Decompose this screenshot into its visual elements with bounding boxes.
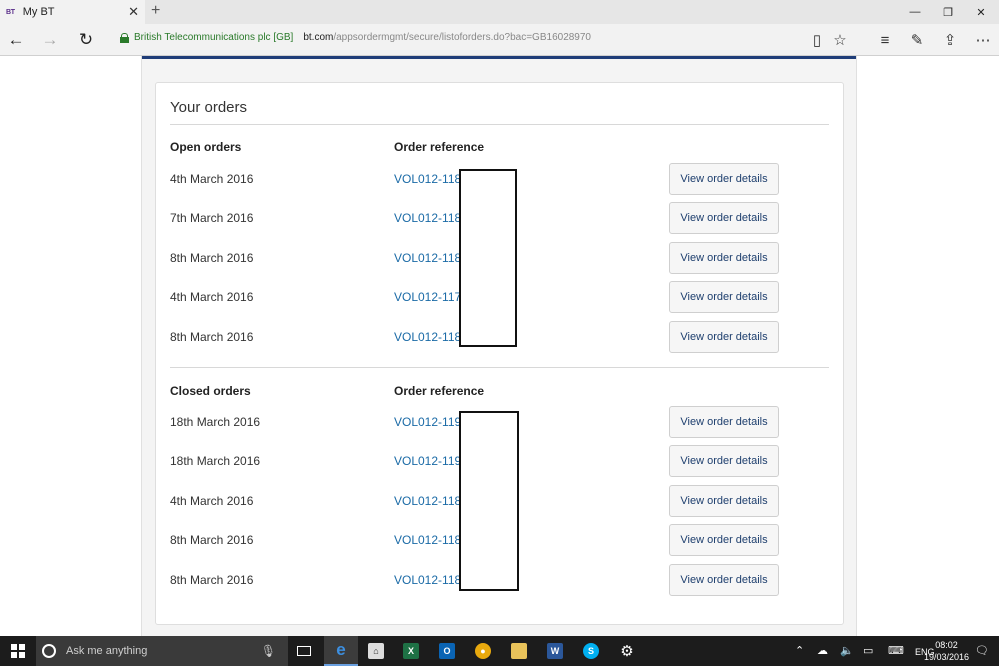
open-order-reference-heading: Order reference [394, 140, 485, 154]
open-order-reference-link[interactable]: VOL012-118 [394, 211, 461, 225]
lock-icon [120, 32, 129, 43]
closed-order-reference-link[interactable]: VOL012-119 [394, 454, 461, 468]
window-close-icon[interactable]: ✕ [963, 0, 999, 24]
browser-tab[interactable]: BT My BT ✕ [0, 0, 145, 24]
open-order-date: 7th March 2016 [170, 211, 254, 225]
web-page: Your orders Open orders Order reference … [0, 56, 999, 636]
hub-menu-icon[interactable]: ≡ [874, 30, 896, 50]
show-hidden-icons-icon[interactable]: ⌃ [795, 644, 804, 657]
windows-start-icon[interactable] [6, 636, 30, 666]
view-order-details-button[interactable]: View order details [669, 321, 779, 353]
open-order-date: 4th March 2016 [170, 172, 254, 186]
onedrive-icon[interactable]: ☁ [817, 644, 828, 657]
restore-icon[interactable]: ❐ [930, 0, 966, 24]
tab-title: My BT [22, 6, 55, 18]
closed-order-reference-link[interactable]: VOL012-118 [394, 533, 461, 547]
cortana-search-box[interactable]: Ask me anything 🎙 [36, 636, 288, 666]
open-order-reference-link[interactable]: VOL012-117 [394, 290, 461, 304]
favorite-star-icon[interactable]: ☆ [829, 30, 851, 50]
certificate-owner[interactable]: British Telecommunications plc [GB] [134, 32, 293, 43]
view-order-details-button[interactable]: View order details [669, 281, 779, 313]
browser-tab-bar: BT My BT ✕ + — ❐ ✕ [0, 0, 999, 24]
view-order-details-button[interactable]: View order details [669, 524, 779, 556]
clock-time: 08:02 [935, 640, 958, 650]
taskbar-clock[interactable]: 08:02 19/03/2016 [924, 639, 969, 663]
task-view-icon[interactable] [292, 636, 316, 666]
volume-icon[interactable]: 🔈 [840, 644, 854, 657]
closed-order-reference-heading: Order reference [394, 384, 485, 398]
web-note-icon[interactable]: ✎ [906, 30, 928, 50]
url-path: /appsordermgmt/secure/listoforders.do?ba… [333, 32, 591, 43]
word-icon[interactable]: W [543, 636, 567, 666]
message-icon[interactable]: ▭ [863, 644, 873, 657]
refresh-icon[interactable]: ↻ [74, 28, 98, 52]
reading-view-icon[interactable]: ▯ [806, 30, 828, 50]
orders-card: Your orders Open orders Order reference … [155, 82, 844, 625]
windows-taskbar: Ask me anything 🎙 e ⌂ X O ● W S ⚙ ⌃ ☁ 🔈 … [0, 636, 999, 666]
title-divider [170, 124, 829, 125]
open-order-reference-link[interactable]: VOL012-118 [394, 251, 461, 265]
redaction-box [459, 411, 519, 591]
keyboard-icon[interactable]: ⌨ [888, 644, 904, 657]
minimize-icon[interactable]: — [897, 0, 933, 24]
search-placeholder: Ask me anything [66, 645, 148, 657]
chrome-icon[interactable]: ● [471, 636, 495, 666]
open-order-reference-link[interactable]: VOL012-118 [394, 172, 461, 186]
view-order-details-button[interactable]: View order details [669, 445, 779, 477]
view-order-details-button[interactable]: View order details [669, 406, 779, 438]
open-order-date: 8th March 2016 [170, 251, 254, 265]
open-order-reference-link[interactable]: VOL012-118 [394, 330, 461, 344]
browser-nav-bar: ← → ↻ British Telecommunications plc [GB… [0, 24, 999, 56]
file-explorer-icon[interactable] [507, 636, 531, 666]
more-icon[interactable]: ⋯ [972, 30, 994, 50]
page-title: Your orders [170, 99, 247, 116]
redaction-box [459, 169, 517, 347]
action-center-icon[interactable]: 🗨 [975, 644, 989, 657]
view-order-details-button[interactable]: View order details [669, 242, 779, 274]
store-icon[interactable]: ⌂ [364, 636, 388, 666]
new-tab-icon[interactable]: + [151, 2, 160, 20]
view-order-details-button[interactable]: View order details [669, 564, 779, 596]
close-tab-icon[interactable]: ✕ [128, 4, 139, 20]
view-order-details-button[interactable]: View order details [669, 163, 779, 195]
section-divider [170, 367, 829, 368]
excel-icon[interactable]: X [399, 636, 423, 666]
back-arrow-icon[interactable]: ← [4, 28, 28, 52]
view-order-details-button[interactable]: View order details [669, 485, 779, 517]
forward-arrow-icon[interactable]: → [38, 28, 62, 52]
settings-gear-icon[interactable]: ⚙ [615, 636, 639, 666]
closed-order-date: 8th March 2016 [170, 533, 254, 547]
brand-bar [142, 56, 856, 59]
closed-order-date: 18th March 2016 [170, 454, 261, 468]
clock-date: 19/03/2016 [923, 652, 969, 662]
url-host: bt.com [303, 32, 334, 43]
bt-favicon-icon: BT [6, 8, 15, 16]
open-order-date: 4th March 2016 [170, 290, 254, 304]
edge-browser-icon[interactable]: e [324, 636, 358, 666]
outlook-icon[interactable]: O [435, 636, 459, 666]
closed-orders-heading: Closed orders [170, 384, 251, 398]
share-icon[interactable]: ⇪ [939, 30, 961, 50]
open-order-date: 8th March 2016 [170, 330, 254, 344]
closed-order-date: 8th March 2016 [170, 573, 254, 587]
closed-order-date: 4th March 2016 [170, 494, 254, 508]
open-orders-heading: Open orders [170, 140, 242, 154]
view-order-details-button[interactable]: View order details [669, 202, 779, 234]
closed-order-reference-link[interactable]: VOL012-119 [394, 415, 461, 429]
skype-icon[interactable]: S [579, 636, 603, 666]
address-bar[interactable]: British Telecommunications plc [GB] bt.c… [120, 32, 591, 43]
microphone-icon[interactable]: 🎙 [261, 644, 276, 658]
cortana-icon [42, 644, 56, 658]
closed-order-reference-link[interactable]: VOL012-118 [394, 494, 461, 508]
closed-order-reference-link[interactable]: VOL012-118 [394, 573, 461, 587]
closed-order-date: 18th March 2016 [170, 415, 261, 429]
